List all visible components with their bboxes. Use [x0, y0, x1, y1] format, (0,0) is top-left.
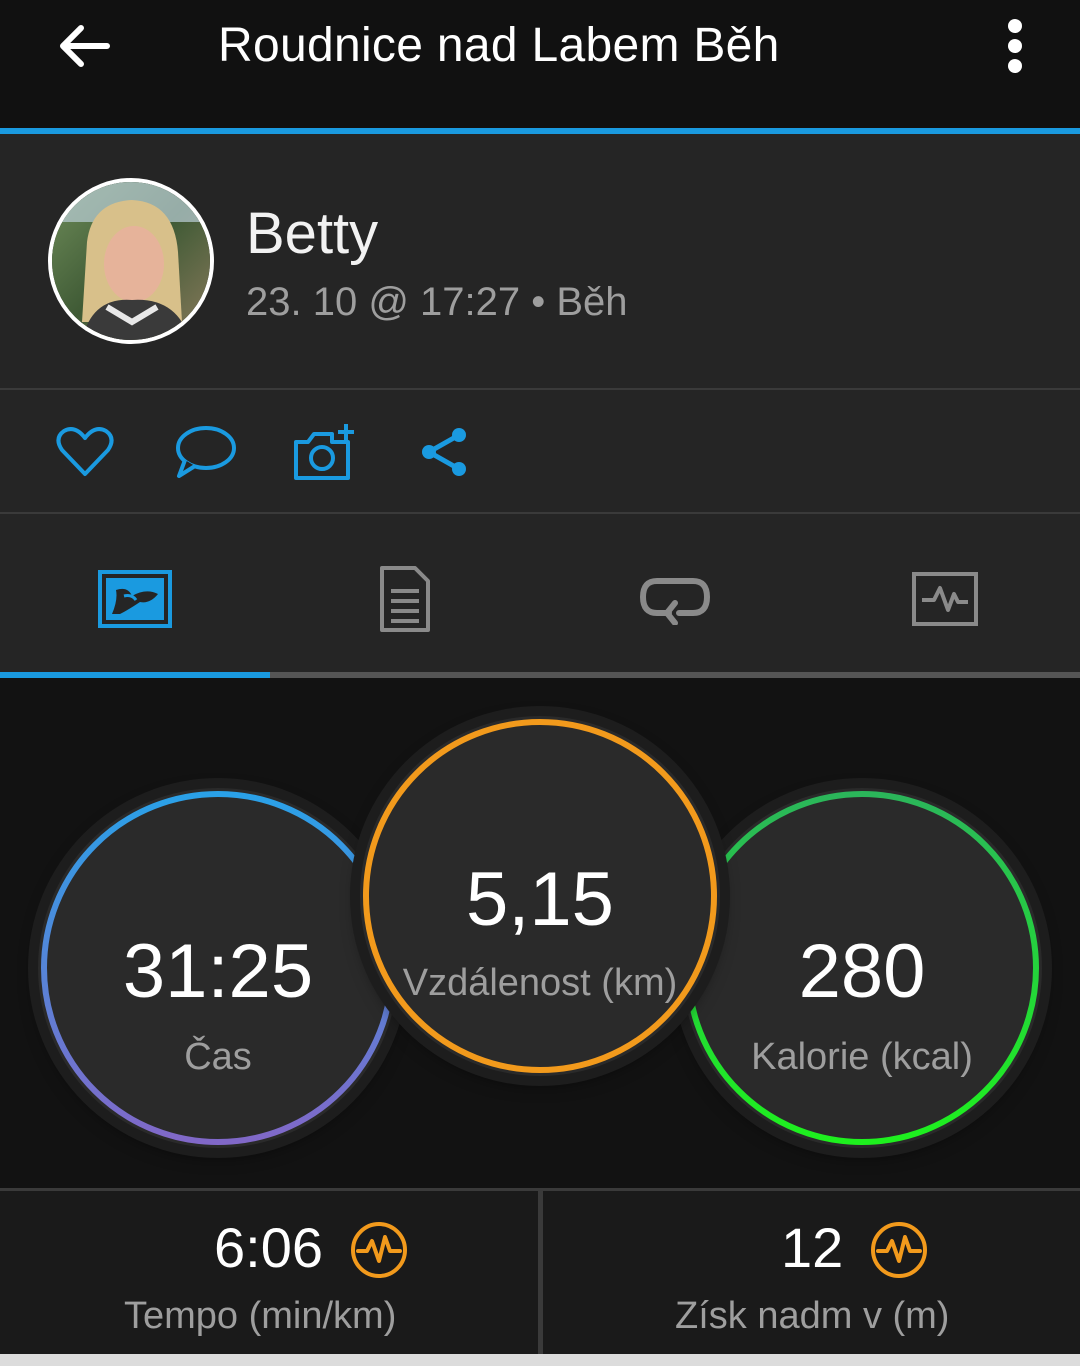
back-button[interactable] [52, 14, 116, 78]
comment-icon [176, 426, 236, 478]
elevation-cell[interactable]: 12 Získ nadm v (m) [543, 1191, 1080, 1359]
add-photo-icon [294, 424, 354, 480]
secondary-stats: 6:06 Tempo (min/km) 12 Získ nadm v (m) [0, 1188, 1080, 1366]
comment-button[interactable] [170, 420, 240, 484]
share-icon [422, 428, 466, 476]
like-button[interactable] [50, 420, 120, 484]
distance-stat[interactable]: 5,15 Vzdálenost (km) [360, 716, 720, 1076]
calories-stat[interactable]: 280 Kalorie (kcal) [682, 788, 1042, 1148]
avatar[interactable] [48, 178, 214, 344]
more-vert-icon [1008, 19, 1022, 73]
activity-owner: Betty 23. 10 @ 17:27 • Běh [0, 134, 1080, 390]
elevation-label: Získ nadm v (m) [675, 1295, 950, 1337]
map-preview-edge [0, 1354, 1080, 1366]
tab-map[interactable] [0, 544, 270, 654]
time-stat[interactable]: 31:25 Čas [38, 788, 398, 1148]
tab-details[interactable] [270, 544, 540, 654]
pace-cell[interactable]: 6:06 Tempo (min/km) [0, 1191, 538, 1359]
tab-laps[interactable] [540, 544, 810, 654]
details-tab-icon [380, 566, 430, 632]
heart-icon [56, 427, 114, 476]
elevation-value: 12 [781, 1216, 844, 1279]
charts-tab-icon [912, 572, 978, 626]
calories-label: Kalorie (kcal) [751, 1036, 973, 1078]
app-bar: Roudnice nad Labem Běh [0, 0, 1080, 128]
time-label: Čas [184, 1036, 252, 1078]
action-bar [0, 390, 1080, 514]
activity-meta: 23. 10 @ 17:27 • Běh [246, 280, 628, 324]
distance-label: Vzdálenost (km) [402, 962, 678, 1004]
activity-tabs [0, 514, 1080, 678]
laps-tab-icon [639, 578, 711, 625]
add-photo-button[interactable] [290, 420, 360, 484]
heart-rate-icon [871, 1222, 927, 1278]
share-button[interactable] [410, 420, 480, 484]
map-tab-icon [98, 570, 172, 628]
page-title: Roudnice nad Labem Běh [218, 19, 780, 72]
avatar-photo [52, 182, 210, 340]
calories-value: 280 [798, 929, 926, 1014]
pace-label: Tempo (min/km) [124, 1295, 397, 1337]
pace-value: 6:06 [214, 1216, 323, 1279]
more-options-button[interactable] [990, 14, 1040, 78]
heart-rate-icon [351, 1222, 407, 1278]
user-name[interactable]: Betty [246, 200, 378, 267]
summary-stats: 31:25 Čas 280 Kalorie (kcal) 5,15 Vzdále… [0, 678, 1080, 1188]
tab-charts[interactable] [810, 544, 1080, 654]
distance-value: 5,15 [466, 857, 614, 942]
time-value: 31:25 [122, 929, 314, 1014]
arrow-left-icon [60, 25, 110, 67]
